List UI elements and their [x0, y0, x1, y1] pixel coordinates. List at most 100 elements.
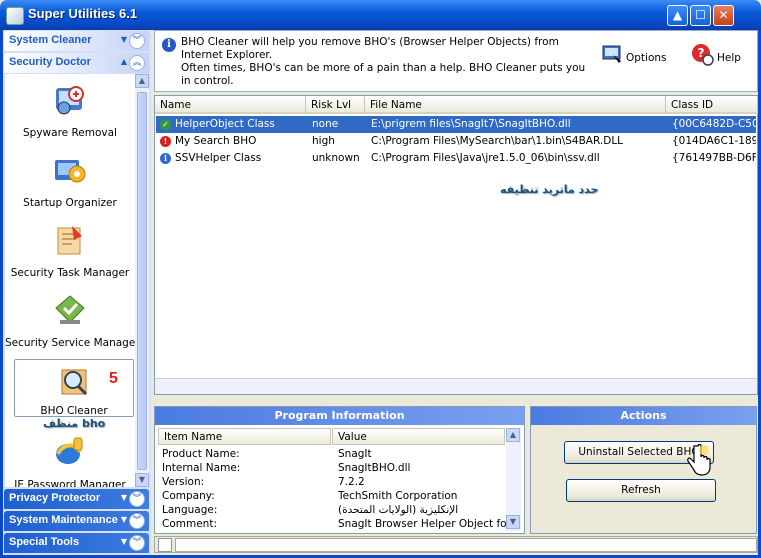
nav-item-label: Spyware Removal — [23, 127, 117, 139]
window-title: Super Utilities 6.1 — [28, 6, 138, 21]
column-header-value[interactable]: Value — [332, 428, 505, 445]
info-row: Language: الإنكليزية (الولايات المتحدة) — [162, 504, 507, 518]
table-row[interactable]: i SSVHelper Class unknown C:\Program Fil… — [156, 150, 756, 167]
annotation-arabic-label: منظف bho — [43, 417, 106, 430]
scroll-up-button[interactable]: ▲ — [506, 428, 520, 442]
nav-item-label: Security Task Manager — [10, 267, 130, 279]
cell-risk: high — [312, 135, 335, 147]
info-icon: i — [160, 153, 171, 164]
bho-list[interactable]: Name Risk Lvl File Name Class ID ✓ Helpe… — [154, 95, 758, 395]
nav-item-spyware-removal[interactable]: Spyware Removal — [5, 82, 135, 139]
nav-section-special-tools[interactable]: Special Tools ▼ ︾ — [4, 533, 149, 553]
nav-section-system-maintenance[interactable]: System Maintenance ▼ ︾ — [4, 511, 149, 531]
info-key: Comment: — [162, 518, 217, 530]
chevron-down-icon[interactable]: ︾ — [129, 535, 145, 551]
warning-icon: ! — [160, 136, 171, 147]
column-header-classid[interactable]: Class ID — [666, 96, 758, 114]
service-manager-icon — [55, 295, 85, 324]
nav-item-label: BHO Cleaner — [40, 405, 108, 417]
cell-file: C:\Program Files\Java\jre1.5.0_06\bin\ss… — [371, 152, 600, 164]
chevron-down-icon[interactable]: ︾ — [129, 33, 145, 49]
nav-section-label: System Cleaner — [9, 34, 92, 46]
nav-item-label: Security Service Manage — [5, 337, 135, 349]
nav-item-security-task-manager[interactable]: Security Task Manager — [5, 222, 135, 279]
nav-item-list: Spyware Removal Startup Organizer Securi… — [5, 74, 135, 487]
nav-section-label: System Maintenance — [9, 514, 118, 526]
nav-item-security-service-manager[interactable]: Security Service Manage — [5, 292, 135, 349]
program-info-title: Program Information — [155, 407, 524, 425]
cell-classid: {761497BB-D6F0- — [672, 152, 756, 164]
grid-horizontal-scrollbar[interactable] — [155, 378, 757, 394]
cell-file: C:\Program Files\MySearch\bar\1.bin\S4BA… — [371, 135, 624, 147]
dropdown-icon: ▼ — [120, 515, 127, 524]
help-label: Help — [717, 52, 741, 64]
refresh-button[interactable]: Refresh — [566, 479, 716, 502]
column-header-risk[interactable]: Risk Lvl — [306, 96, 365, 114]
cell-classid: {00C6482D-C502 — [672, 118, 756, 130]
info-row: Company: TechSmith Corporation — [162, 490, 507, 504]
bho-cleaner-icon — [61, 369, 88, 396]
info-row: Internal Name: SnagItBHO.dll — [162, 462, 507, 476]
scroll-down-button[interactable]: ▼ — [506, 515, 520, 529]
uninstall-label: Uninstall Selected BHO — [578, 446, 700, 458]
description-text: BHO Cleaner will help you remove BHO's (… — [181, 36, 591, 88]
nav-item-label: IE Password Manager — [14, 479, 126, 487]
cell-file: E:\prigrem files\SnagIt7\SnagItBHO.dll — [371, 118, 571, 130]
nav-item-label: Startup Organizer — [23, 197, 117, 209]
table-row[interactable]: ✓ HelperObject Class none E:\prigrem fil… — [156, 116, 756, 133]
chevron-down-icon[interactable]: ︾ — [129, 513, 145, 529]
restore-button[interactable]: ☐ — [690, 5, 711, 26]
chart-icon — [158, 538, 172, 552]
cell-risk: unknown — [312, 152, 360, 164]
dropdown-icon: ▼ — [120, 537, 127, 546]
options-label: Options — [626, 52, 667, 64]
scroll-down-button[interactable]: ▼ — [135, 473, 149, 487]
info-row: Version: 7.2.2 — [162, 476, 507, 490]
nav-item-bho-cleaner[interactable]: BHO Cleaner 5 — [14, 359, 134, 417]
app-icon — [6, 7, 24, 25]
nav-section-security-doctor[interactable]: Security Doctor ▲ ︽ — [4, 53, 149, 73]
info-value: TechSmith Corporation — [338, 490, 458, 502]
dropdown-icon: ▼ — [120, 35, 127, 44]
hand-cursor-icon — [687, 444, 711, 476]
chevron-up-icon[interactable]: ︽ — [129, 55, 145, 71]
info-key: Version: — [162, 476, 205, 488]
scroll-thumb[interactable] — [137, 92, 147, 470]
column-header-item-name[interactable]: Item Name — [158, 428, 331, 445]
nav-section-label: Security Doctor — [9, 56, 91, 68]
title-bar[interactable]: Super Utilities 6.1 ▲ ☐ ✕ — [0, 0, 761, 30]
arrow-up-icon: ▲ — [138, 76, 146, 85]
nav-section-system-cleaner[interactable]: System Cleaner ▼ ︾ — [4, 31, 149, 51]
annotation-number: 5 — [109, 370, 118, 387]
column-header-name[interactable]: Name — [155, 96, 306, 114]
info-value: 7.2.2 — [338, 476, 365, 488]
scroll-up-button[interactable]: ▲ — [135, 74, 149, 88]
close-button[interactable]: ✕ — [713, 5, 734, 26]
info-row: Comment: SnagIt Browser Helper Object fo.… — [162, 518, 516, 532]
info-value: SnagItBHO.dll — [338, 462, 411, 474]
info-icon: i — [162, 38, 176, 52]
info-key: Product Name: — [162, 448, 240, 460]
cell-name: My Search BHO — [175, 135, 257, 147]
column-header-file[interactable]: File Name — [365, 96, 666, 114]
options-icon — [602, 45, 621, 63]
task-manager-icon — [57, 226, 82, 255]
chevron-down-icon[interactable]: ︾ — [129, 491, 145, 507]
cell-classid: {014DA6C1-189F- — [672, 135, 756, 147]
description-line-2: Often times, BHO's can be more of a pain… — [181, 62, 586, 87]
dropdown-icon: ▼ — [120, 493, 127, 502]
info-key: Language: — [162, 504, 218, 516]
actions-title: Actions — [531, 407, 756, 425]
minimize-button[interactable]: ▲ — [667, 5, 688, 26]
annotation-arabic-note: حدد ماتريد تنظيفه — [500, 183, 599, 196]
nav-item-ie-password-manager[interactable]: IE Password Manager — [5, 434, 135, 487]
dropdown-icon: ▲ — [120, 57, 127, 66]
password-manager-icon — [56, 437, 83, 464]
actions-panel — [530, 406, 757, 534]
nav-section-privacy-protector[interactable]: Privacy Protector ▼ ︾ — [4, 489, 149, 509]
startup-icon — [55, 160, 86, 183]
table-row[interactable]: ! My Search BHO high C:\Program Files\My… — [156, 133, 756, 150]
cell-name: HelperObject Class — [175, 118, 275, 130]
help-icon: ? — [692, 44, 714, 66]
nav-item-startup-organizer[interactable]: Startup Organizer — [5, 152, 135, 209]
